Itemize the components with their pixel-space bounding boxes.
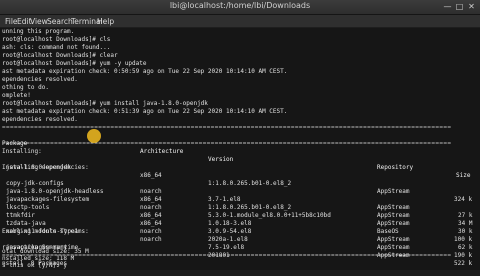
package-size: 27 k	[458, 212, 473, 219]
package-repo: AppStream	[377, 188, 410, 195]
terminal-line: ash: cls: command not found...	[2, 44, 111, 51]
package-size: 62 k	[458, 244, 473, 251]
terminal-line: root@localhost Downloads]# yum -y update	[2, 60, 147, 67]
package-size: 522 k	[454, 260, 473, 267]
minimize-icon[interactable]: —	[443, 3, 452, 11]
terminal-line: othing to do.	[2, 84, 49, 91]
package-version: 1:1.8.0.265.b01-0.el8_2	[208, 204, 292, 211]
header-repository: Repository	[377, 164, 414, 171]
section-label: Installing dependencies:	[2, 164, 89, 171]
maximize-icon[interactable]: □	[455, 3, 464, 11]
title-bar: lbi@localhost:/home/lbi/Downloads — □ ✕	[0, 0, 480, 15]
package-arch: x86_64	[140, 196, 162, 203]
package-repo: AppStream	[377, 244, 410, 251]
menu-file[interactable]: File	[5, 17, 18, 26]
terminal-line: root@localhost Downloads]# yum install j…	[2, 100, 208, 107]
terminal-line: omplete!	[2, 92, 31, 99]
package-version: 3.7-1.el8	[208, 196, 241, 203]
package-size: 30 k	[458, 228, 473, 235]
package-version: 2020a-1.el8	[208, 236, 248, 243]
package-name: javapackages-filesystem	[6, 196, 90, 203]
package-name: java-1.8.0-openjdk-headless	[6, 188, 104, 195]
separator: ========================================…	[2, 124, 452, 131]
summary-confirm: s this ok [y/N]: y	[2, 262, 68, 269]
header-version: Version	[208, 156, 234, 163]
terminal-line: ependencies resolved.	[2, 76, 78, 83]
menu-view[interactable]: View	[30, 17, 48, 26]
menu-bar: File Edit View Search Terminal Help	[0, 15, 480, 27]
package-arch: x86_64	[140, 220, 162, 227]
package-arch: noarch	[140, 236, 162, 243]
separator: ========================================…	[2, 140, 452, 147]
header-architecture: Architecture	[140, 148, 184, 155]
package-arch: noarch	[140, 204, 162, 211]
terminal-line: ast metadata expiration check: 0:51:39 a…	[2, 108, 288, 115]
package-arch: x86_64	[140, 172, 162, 179]
package-repo: AppStream	[377, 220, 410, 227]
close-icon[interactable]: ✕	[467, 3, 476, 11]
package-version: 1.0.18-3.el8	[208, 220, 252, 227]
package-repo: BaseOS	[377, 228, 399, 235]
package-version: 1:1.8.0.265.b01-0.el8_2	[208, 180, 292, 187]
terminal-line: root@localhost Downloads]# clear	[2, 52, 118, 59]
section-label: Enabling module streams:	[2, 228, 89, 235]
terminal-line: ependencies resolved.	[2, 116, 78, 123]
package-size: 100 k	[454, 236, 473, 243]
menu-help[interactable]: Help	[97, 17, 114, 26]
window-title: lbi@localhost:/home/lbi/Downloads	[169, 1, 311, 10]
menu-search[interactable]: Search	[47, 17, 73, 26]
package-size: 190 k	[454, 252, 473, 259]
header-size: Size	[456, 172, 471, 179]
package-size: 34 M	[458, 220, 473, 227]
package-repo: AppStream	[377, 212, 410, 219]
package-repo: AppStream	[377, 204, 410, 211]
section-label: Installing:	[2, 148, 42, 155]
terminal-line: ast metadata expiration check: 0:50:59 a…	[2, 68, 288, 75]
package-arch: noarch	[140, 228, 162, 235]
package-version: 5.3.0-1.module_el8.0.0+11+5b8c10bd	[208, 212, 331, 219]
package-size: 324 k	[454, 196, 473, 203]
package-version: 3.0.9-54.el8	[208, 228, 252, 235]
terminal-output[interactable]: unning this program. root@localhost Down…	[0, 28, 480, 270]
package-arch: noarch	[140, 188, 162, 195]
package-arch: x86_64	[140, 212, 162, 219]
mouse-highlight-icon	[87, 129, 101, 143]
terminal-line: root@localhost Downloads]# cls	[2, 36, 111, 43]
terminal-line: unning this program.	[2, 28, 75, 35]
package-repo: AppStream	[377, 236, 410, 243]
package-version: 7.5-19.el8	[208, 244, 245, 251]
